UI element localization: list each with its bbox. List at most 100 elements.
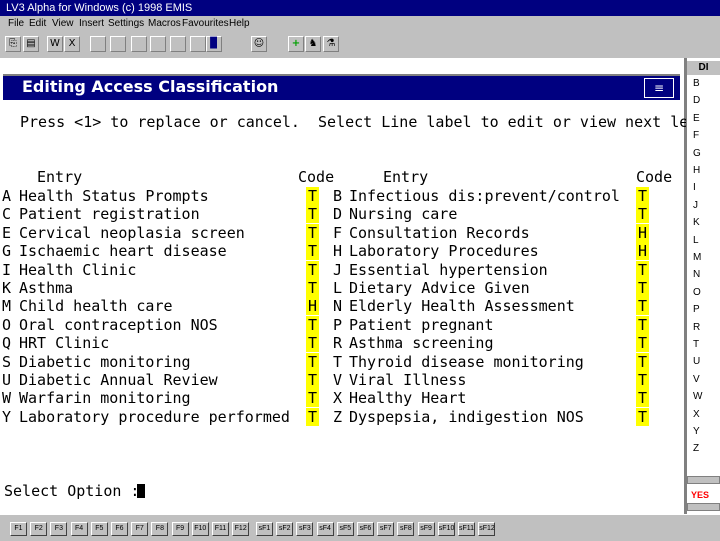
function-key-sf9[interactable]: sF9 xyxy=(417,522,435,536)
classification-entry[interactable]: Ischaemic heart disease xyxy=(19,242,227,260)
function-key-sf7[interactable]: sF7 xyxy=(377,522,395,536)
line-label-key[interactable]: L xyxy=(333,279,342,297)
alphabet-letter[interactable]: B xyxy=(693,78,700,89)
alphabet-letter[interactable]: T xyxy=(693,339,699,350)
classification-entry[interactable]: Healthy Heart xyxy=(349,389,466,407)
flask-icon[interactable]: ⚗ xyxy=(323,36,339,52)
alpha-panel-scrollbar[interactable] xyxy=(687,503,720,511)
alphabet-letter[interactable]: G xyxy=(693,148,701,159)
classification-entry[interactable]: Elderly Health Assessment xyxy=(349,297,575,315)
function-key-f7[interactable]: F7 xyxy=(131,522,149,536)
classification-entry[interactable]: Warfarin monitoring xyxy=(19,389,191,407)
line-label-key[interactable]: G xyxy=(2,242,11,260)
line-label-key[interactable]: T xyxy=(333,353,342,371)
line-label-key[interactable]: Q xyxy=(2,334,11,352)
alphabet-letter[interactable]: Z xyxy=(693,443,699,454)
screen-menu-icon[interactable]: ≡ xyxy=(644,78,674,98)
line-label-key[interactable]: M xyxy=(2,297,11,315)
line-label-key[interactable]: H xyxy=(333,242,342,260)
menu-insert[interactable]: Insert xyxy=(79,16,104,32)
classification-entry[interactable]: Health Clinic xyxy=(19,261,136,279)
menu-file[interactable]: File xyxy=(8,16,24,32)
function-key-f6[interactable]: F6 xyxy=(111,522,128,536)
function-key-f9[interactable]: F9 xyxy=(171,522,189,536)
function-key-sf12[interactable]: sF12 xyxy=(478,522,496,536)
alphabet-letter[interactable]: N xyxy=(693,269,700,280)
line-label-key[interactable]: V xyxy=(333,371,342,389)
classification-entry[interactable]: Diabetic Annual Review xyxy=(19,371,218,389)
classification-entry[interactable]: Viral Illness xyxy=(349,371,466,389)
function-key-f8[interactable]: F8 xyxy=(151,522,169,536)
line-label-key[interactable]: C xyxy=(2,205,11,223)
function-key-sf5[interactable]: sF5 xyxy=(336,522,354,536)
function-key-f12[interactable]: F12 xyxy=(232,522,250,536)
function-key-sf11[interactable]: sF11 xyxy=(458,522,475,536)
clipboard-icon[interactable]: ⎘ xyxy=(5,36,21,52)
line-label-key[interactable]: W xyxy=(2,389,11,407)
line-label-key[interactable]: N xyxy=(333,297,342,315)
alphabet-letter[interactable]: V xyxy=(693,374,700,385)
line-label-key[interactable]: Y xyxy=(2,408,11,426)
alphabet-letter[interactable]: M xyxy=(693,252,701,263)
classification-entry[interactable]: Diabetic monitoring xyxy=(19,353,191,371)
alphabet-letter[interactable]: O xyxy=(693,287,701,298)
classification-entry[interactable]: Cervical neoplasia screen xyxy=(19,224,245,242)
line-label-key[interactable]: J xyxy=(333,261,342,279)
line-label-key[interactable]: B xyxy=(333,187,342,205)
terminal-screen[interactable]: Editing Access Classification ≡ Press <1… xyxy=(0,58,715,514)
line-label-key[interactable]: U xyxy=(2,371,11,389)
alphabet-letter[interactable]: I xyxy=(693,182,696,193)
classification-entry[interactable]: Asthma xyxy=(19,279,73,297)
alphabet-letter[interactable]: J xyxy=(693,200,698,211)
function-key-sf3[interactable]: sF3 xyxy=(296,522,314,536)
function-key-sf1[interactable]: sF1 xyxy=(256,522,273,536)
document-icon[interactable]: W xyxy=(47,36,63,52)
spreadsheet-icon[interactable]: X xyxy=(64,36,80,52)
alphabet-letter[interactable]: W xyxy=(693,391,702,402)
classification-entry[interactable]: Patient registration xyxy=(19,205,200,223)
classification-entry[interactable]: Infectious dis:prevent/control xyxy=(349,187,620,205)
alphabet-letter[interactable]: H xyxy=(693,165,700,176)
function-key-f3[interactable]: F3 xyxy=(50,522,68,536)
menu-settings[interactable]: Settings xyxy=(108,16,144,32)
classification-entry[interactable]: Health Status Prompts xyxy=(19,187,209,205)
line-label-key[interactable]: O xyxy=(2,316,11,334)
alphabet-letter[interactable]: U xyxy=(693,356,700,367)
function-key-f11[interactable]: F11 xyxy=(212,522,229,536)
function-key-f1[interactable]: F1 xyxy=(10,522,27,536)
line-label-key[interactable]: Z xyxy=(333,408,342,426)
classification-entry[interactable]: Dyspepsia, indigestion NOS xyxy=(349,408,584,426)
function-key-f5[interactable]: F5 xyxy=(90,522,108,536)
alphabet-letter[interactable]: Y xyxy=(693,426,700,437)
classification-entry[interactable]: Oral contraception NOS xyxy=(19,316,218,334)
classification-entry[interactable]: Patient pregnant xyxy=(349,316,494,334)
add-icon[interactable]: + xyxy=(288,36,304,52)
id-card-icon[interactable]: ☺ xyxy=(251,36,267,52)
line-label-key[interactable]: I xyxy=(2,261,11,279)
line-label-key[interactable]: P xyxy=(333,316,342,334)
line-label-key[interactable]: K xyxy=(2,279,11,297)
function-key-sf6[interactable]: sF6 xyxy=(357,522,374,536)
line-label-key[interactable]: A xyxy=(2,187,11,205)
menu-edit[interactable]: Edit xyxy=(29,16,46,32)
line-label-key[interactable]: E xyxy=(2,224,11,242)
line-label-key[interactable]: D xyxy=(333,205,342,223)
classification-entry[interactable]: Dietary Advice Given xyxy=(349,279,530,297)
menu-macros[interactable]: Macros xyxy=(148,16,181,32)
classification-entry[interactable]: Nursing care xyxy=(349,205,457,223)
print-icon[interactable]: ▤ xyxy=(23,36,39,52)
alphabet-letter[interactable]: X xyxy=(693,409,700,420)
function-key-f4[interactable]: F4 xyxy=(70,522,88,536)
classification-entry[interactable]: Essential hypertension xyxy=(349,261,548,279)
menu-view[interactable]: View xyxy=(52,16,74,32)
function-key-sf4[interactable]: sF4 xyxy=(316,522,334,536)
function-key-sf10[interactable]: sF10 xyxy=(437,522,455,536)
alphabet-letter[interactable]: F xyxy=(693,130,699,141)
line-label-key[interactable]: R xyxy=(333,334,342,352)
alphabet-letter[interactable]: E xyxy=(693,113,700,124)
function-key-sf2[interactable]: sF2 xyxy=(276,522,294,536)
alphabet-letter[interactable]: L xyxy=(693,235,699,246)
classification-entry[interactable]: Laboratory procedure performed xyxy=(19,408,290,426)
classification-entry[interactable]: HRT Clinic xyxy=(19,334,109,352)
function-key-f10[interactable]: F10 xyxy=(191,522,209,536)
